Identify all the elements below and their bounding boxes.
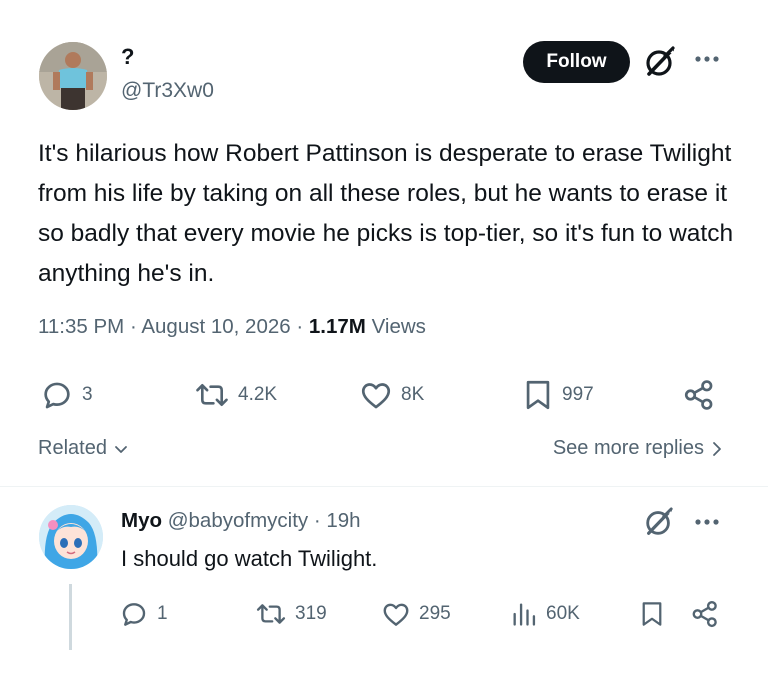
reply-header: Myo @babyofmycity · 19h <box>121 509 361 533</box>
views-count: 1.17M <box>308 315 366 338</box>
reply-share-button[interactable] <box>690 598 720 630</box>
author-display-name[interactable]: ? <box>121 44 134 70</box>
reply-reply-count: 1 <box>157 603 168 624</box>
share-button[interactable] <box>682 378 716 412</box>
share-icon <box>692 600 717 628</box>
reply-repost-button[interactable]: 319 <box>255 598 327 630</box>
more-icon[interactable] <box>693 52 721 66</box>
author-handle[interactable]: @Tr3Xw0 <box>121 79 214 103</box>
reply-separator: · <box>313 509 321 532</box>
reply-handle[interactable]: @babyofmycity <box>168 509 308 532</box>
tweet-text: It's hilarious how Robert Pattinson is d… <box>38 140 734 287</box>
reply-like-count: 295 <box>419 603 451 624</box>
chevron-right-icon <box>713 441 721 456</box>
reply-display-name[interactable]: Myo <box>121 509 162 532</box>
bookmark-icon <box>526 380 550 410</box>
reply-time[interactable]: 19h <box>326 509 360 532</box>
repost-icon <box>256 604 286 624</box>
reply-icon <box>122 603 146 626</box>
views-label: Views <box>371 315 426 338</box>
reply-author-avatar[interactable] <box>39 505 103 569</box>
reply-reply-button[interactable]: 1 <box>119 598 168 630</box>
reply-views-button[interactable]: 60K <box>510 598 580 630</box>
grok-icon[interactable] <box>643 506 675 538</box>
bookmark-icon <box>642 602 662 626</box>
thread-line <box>69 584 72 650</box>
related-label: Related <box>38 437 107 459</box>
like-count: 8K <box>401 384 425 405</box>
divider <box>0 486 768 487</box>
reply-icon <box>44 382 70 409</box>
bookmark-count: 997 <box>562 384 594 405</box>
tweet-meta: 11:35 PM · August 10, 2026 · 1.17M Views <box>38 315 426 339</box>
like-icon <box>383 603 409 626</box>
like-button[interactable]: 8K <box>359 378 424 412</box>
reply-bookmark-button[interactable] <box>639 598 665 630</box>
grok-icon[interactable] <box>643 45 677 79</box>
like-icon <box>361 383 391 409</box>
repost-button[interactable]: 4.2K <box>194 378 277 412</box>
see-more-replies-link[interactable]: See more replies <box>553 437 724 460</box>
share-icon <box>684 380 713 410</box>
author-avatar[interactable] <box>39 42 107 110</box>
meta-separator: · <box>129 315 137 338</box>
reply-text: I should go watch Twilight. <box>121 546 378 571</box>
reply-like-button[interactable]: 295 <box>381 598 451 630</box>
chevron-down-icon <box>115 445 127 453</box>
reply-repost-count: 319 <box>295 603 327 624</box>
reply-count: 3 <box>82 384 93 405</box>
tweet-time[interactable]: 11:35 PM <box>38 315 124 338</box>
meta-separator: · <box>296 315 304 338</box>
follow-button[interactable]: Follow <box>523 41 630 83</box>
more-icon[interactable] <box>693 515 721 529</box>
see-more-label: See more replies <box>552 437 704 459</box>
views-icon <box>513 603 536 626</box>
repost-icon <box>196 383 228 407</box>
bookmark-button[interactable]: 997 <box>522 378 594 412</box>
reply-views-count: 60K <box>546 603 580 624</box>
tweet-date[interactable]: August 10, 2026 <box>141 315 290 338</box>
reply-button[interactable]: 3 <box>40 378 93 412</box>
repost-count: 4.2K <box>238 384 278 405</box>
related-dropdown[interactable]: Related <box>38 437 129 460</box>
